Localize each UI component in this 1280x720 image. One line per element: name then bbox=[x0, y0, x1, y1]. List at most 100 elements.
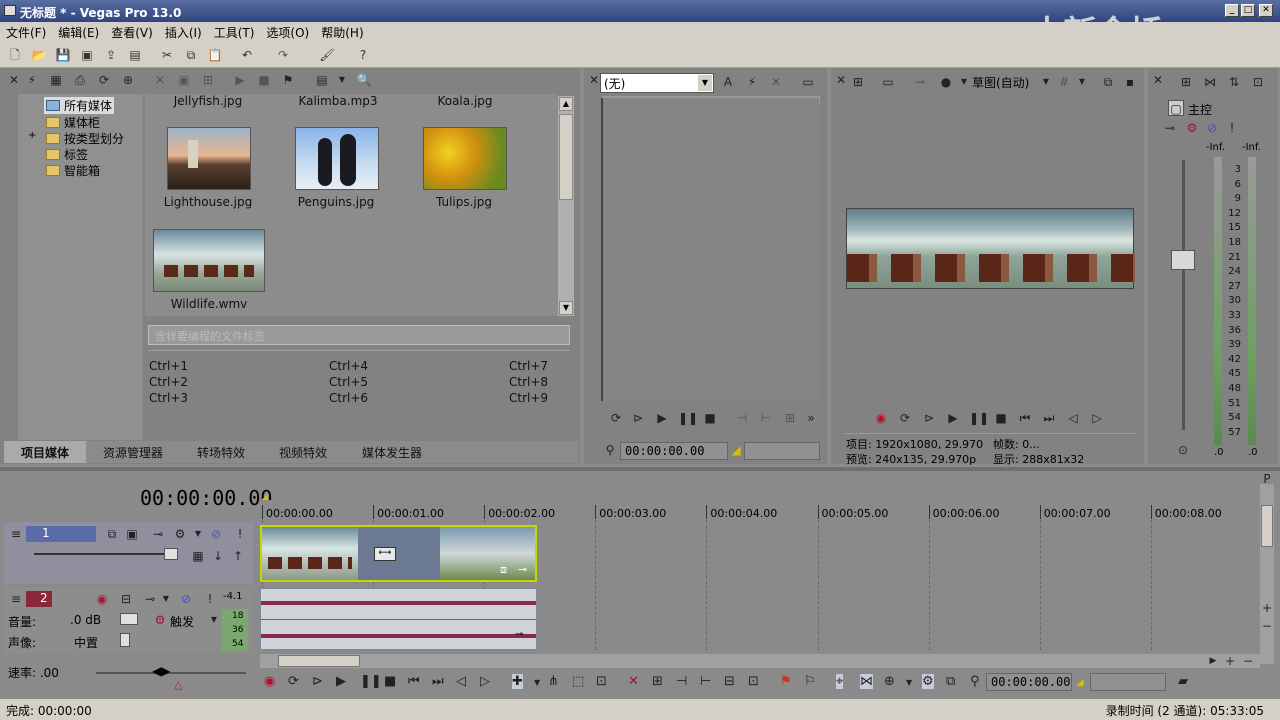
mixer-downmix-icon[interactable]: ⋈ bbox=[1202, 74, 1218, 90]
lock-icon[interactable]: ⊡ bbox=[748, 674, 759, 689]
shortcut-slot[interactable]: Ctrl+9 bbox=[509, 391, 548, 405]
media-fx-icon[interactable]: ▣ bbox=[176, 72, 192, 88]
envelope-tool-icon[interactable]: ⋔ bbox=[548, 674, 559, 689]
more-icon[interactable]: » bbox=[803, 410, 819, 426]
automation-settings-icon[interactable]: ⚙ bbox=[152, 612, 168, 628]
track-fx-icon[interactable]: ⊸ bbox=[142, 591, 158, 607]
go-to-end-icon[interactable]: ⏭ bbox=[432, 674, 444, 689]
chevron-down-icon[interactable]: ▼ bbox=[1038, 74, 1054, 90]
preview-properties-icon[interactable]: ⊞ bbox=[850, 74, 866, 90]
media-caption[interactable]: Kalimba.mp3 bbox=[285, 94, 391, 108]
pause-icon[interactable]: ❚❚ bbox=[360, 674, 382, 689]
composite-level-slider[interactable] bbox=[34, 553, 174, 555]
menu-tools[interactable]: 工具(T) bbox=[208, 22, 261, 42]
trimmer-clear-icon[interactable]: ✕ bbox=[768, 74, 784, 90]
go-to-start-icon[interactable]: ⏮ bbox=[408, 674, 420, 689]
panel-close-icon[interactable]: ✕ bbox=[1150, 72, 1166, 88]
refresh-icon[interactable]: ⟳ bbox=[96, 72, 112, 88]
shortcut-slot[interactable]: Ctrl+6 bbox=[329, 391, 368, 405]
pause-icon[interactable]: ❚❚ bbox=[969, 410, 989, 426]
mute-icon[interactable]: ⊘ bbox=[208, 526, 224, 542]
chevron-down-icon[interactable]: ▼ bbox=[698, 75, 712, 91]
insert-marker-icon[interactable]: ⚑ bbox=[780, 674, 792, 689]
save-as-icon[interactable]: ▣ bbox=[78, 46, 96, 64]
trim-start-icon[interactable]: ⊣ bbox=[676, 674, 687, 689]
new-file-icon[interactable]: 🗋 bbox=[6, 46, 24, 64]
scroll-thumb[interactable] bbox=[559, 114, 573, 200]
record-icon[interactable]: ◉ bbox=[873, 410, 889, 426]
media-thumbnail-wildlife[interactable] bbox=[153, 229, 265, 292]
preview-quality-select[interactable]: 草图(自动) bbox=[972, 74, 1029, 91]
media-caption[interactable]: Penguins.jpg bbox=[283, 195, 389, 209]
play-icon[interactable]: ▶ bbox=[654, 410, 670, 426]
pause-icon[interactable]: ❚❚ bbox=[678, 410, 698, 426]
play-media-icon[interactable]: ▶ bbox=[232, 72, 248, 88]
paint-icon[interactable]: 🖌 bbox=[318, 46, 336, 64]
paste-icon[interactable]: 📋 bbox=[206, 46, 224, 64]
tree-item-by-type[interactable]: 按类型划分 bbox=[46, 130, 124, 147]
insert-fx-icon[interactable]: ⊸ bbox=[1162, 120, 1178, 136]
media-properties-icon[interactable]: ⊞ bbox=[200, 72, 216, 88]
panel-splitter[interactable] bbox=[0, 467, 1280, 471]
menu-help[interactable]: 帮助(H) bbox=[315, 22, 369, 42]
timeline-hscrollbar[interactable] bbox=[260, 654, 1260, 668]
solo-icon[interactable]: ! bbox=[202, 591, 218, 607]
cut-icon[interactable]: ✂ bbox=[158, 46, 176, 64]
undo-icon[interactable]: ↶ bbox=[238, 46, 256, 64]
shortcut-slot[interactable]: Ctrl+7 bbox=[509, 359, 548, 373]
zoom-in-icon[interactable]: + bbox=[1222, 653, 1238, 669]
trimmer-fx-icon[interactable]: ⚡ bbox=[744, 74, 760, 90]
media-caption[interactable]: Koala.jpg bbox=[412, 94, 518, 108]
solo-icon[interactable]: ! bbox=[1224, 120, 1240, 136]
play-icon[interactable]: ▶ bbox=[945, 410, 961, 426]
composite-level-handle[interactable] bbox=[164, 548, 178, 560]
event-pan-crop-icon[interactable]: ⧈ bbox=[500, 563, 507, 577]
menu-edit[interactable]: 编辑(E) bbox=[52, 22, 105, 42]
menu-options[interactable]: 选项(O) bbox=[260, 22, 315, 42]
media-caption[interactable]: Tulips.jpg bbox=[411, 195, 517, 209]
pan-slider-handle[interactable] bbox=[120, 633, 130, 647]
fader-lock-icon[interactable]: ⊙ bbox=[1175, 442, 1191, 458]
play-from-start-icon[interactable]: ⊳ bbox=[921, 410, 937, 426]
scroll-right-icon[interactable]: ▶ bbox=[1205, 653, 1221, 669]
chevron-down-icon[interactable]: ▼ bbox=[1074, 74, 1090, 90]
make-compositing-child-icon[interactable]: ▦ bbox=[190, 548, 206, 564]
import-media-icon[interactable]: ⚡ bbox=[24, 72, 40, 88]
chevron-down-icon[interactable]: ▼ bbox=[158, 591, 174, 607]
redo-icon[interactable]: ↷ bbox=[274, 46, 292, 64]
tree-item-smart-bins[interactable]: 智能箱 bbox=[46, 162, 100, 179]
split-screen-icon[interactable]: ⊸ bbox=[912, 74, 928, 90]
snapping-icon[interactable]: ⌖ bbox=[836, 674, 844, 689]
grid-icon[interactable]: # bbox=[1056, 74, 1072, 90]
split-icon[interactable]: ⊟ bbox=[724, 674, 735, 689]
save-snapshot-icon[interactable]: ▪ bbox=[1122, 74, 1138, 90]
media-caption[interactable]: Jellyfish.jpg bbox=[155, 94, 261, 108]
tag-search-input[interactable]: 含样要编程的文件标签 bbox=[148, 325, 570, 345]
auto-preview-icon[interactable]: ⚑ bbox=[280, 72, 296, 88]
remove-icon[interactable]: ✕ bbox=[152, 72, 168, 88]
mixer-properties-icon[interactable]: ⊞ bbox=[1178, 74, 1194, 90]
play-from-start-icon[interactable]: ⊳ bbox=[312, 674, 323, 689]
invert-phase-icon[interactable]: ⊟ bbox=[118, 591, 134, 607]
search-media-icon[interactable]: ⊕ bbox=[120, 72, 136, 88]
chevron-down-icon[interactable]: ▼ bbox=[534, 678, 540, 687]
maximize-button[interactable]: □ bbox=[1241, 4, 1255, 17]
trim-in-icon[interactable]: ⊣ bbox=[734, 410, 750, 426]
auto-crossfade-icon[interactable]: ⋈ bbox=[860, 674, 873, 689]
normal-edit-tool-icon[interactable]: ✚ bbox=[512, 674, 523, 689]
chevron-down-icon[interactable]: ▼ bbox=[906, 678, 912, 687]
media-caption[interactable]: Lighthouse.jpg bbox=[155, 195, 261, 209]
audio-event-clip[interactable]: ⊸ bbox=[260, 588, 537, 650]
event-audio-fx-icon[interactable]: ⊸ bbox=[515, 629, 523, 640]
trimmer-view[interactable] bbox=[601, 98, 819, 401]
chevron-down-icon[interactable]: ▼ bbox=[956, 74, 972, 90]
tab-project-media[interactable]: 项目媒体 bbox=[4, 441, 86, 463]
media-scrollbar[interactable]: ▲ ▼ bbox=[558, 96, 574, 316]
stop-icon[interactable]: ■ bbox=[702, 410, 718, 426]
mixer-options-icon[interactable]: ⊡ bbox=[1250, 74, 1266, 90]
shortcut-slot[interactable]: Ctrl+8 bbox=[509, 375, 548, 389]
save-icon[interactable]: 💾 bbox=[54, 46, 72, 64]
close-button[interactable]: ✕ bbox=[1259, 4, 1273, 17]
mute-icon[interactable]: ⊘ bbox=[1204, 120, 1220, 136]
stop-media-icon[interactable]: ■ bbox=[256, 72, 272, 88]
